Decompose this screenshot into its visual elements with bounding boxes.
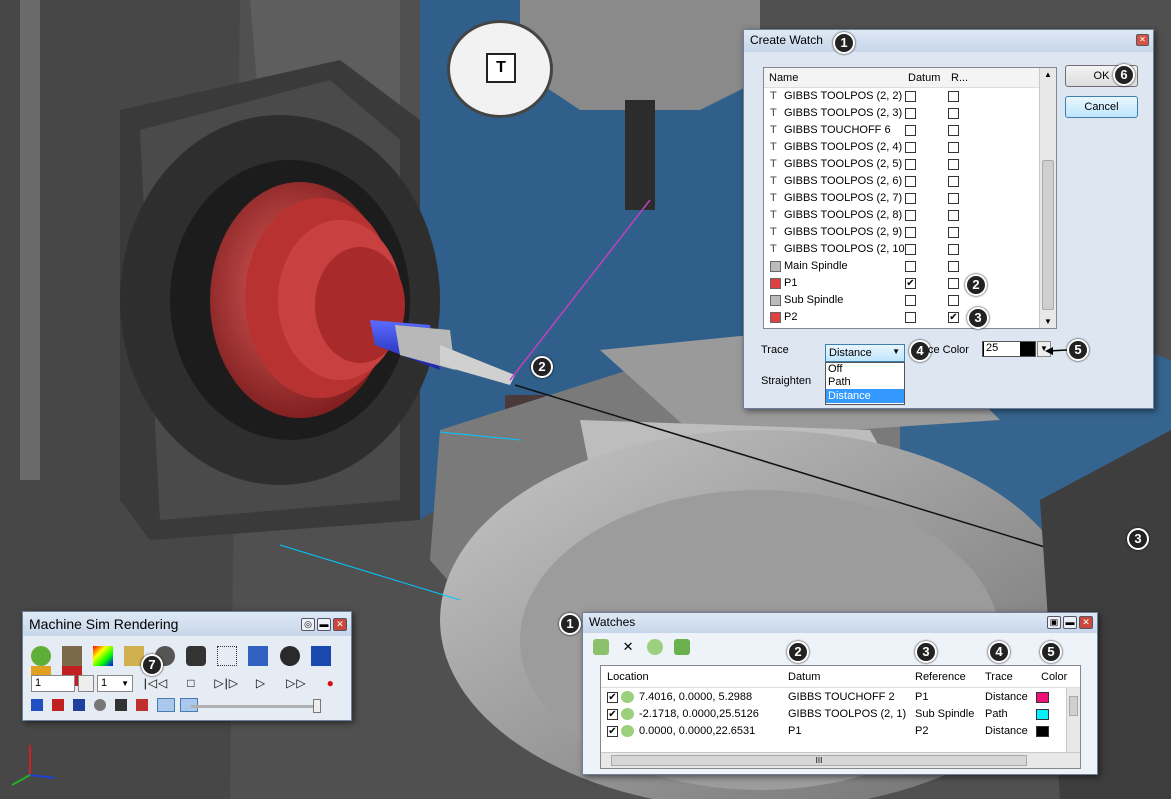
add-watch-icon[interactable]	[593, 639, 609, 655]
step-input[interactable]: 1	[31, 675, 75, 692]
watch-enabled-checkbox[interactable]: ✔	[607, 692, 618, 703]
rewind-icon[interactable]: |◁◁	[141, 676, 171, 690]
callout-7-machine-sim: 7	[141, 654, 163, 676]
cell-location: 0.0000, 0.0000,22.6531	[639, 725, 756, 737]
column-header-trace[interactable]: Trace	[985, 666, 1013, 688]
warning-icon[interactable]	[115, 699, 128, 711]
step-forward-icon[interactable]: ▷|▷	[212, 676, 242, 690]
color-swatch[interactable]	[1036, 709, 1049, 720]
watches-title: Watches	[589, 615, 636, 629]
record-icon[interactable]: ●	[317, 676, 345, 690]
step-options-icon[interactable]	[78, 675, 94, 692]
toggle-toolpath-icon[interactable]	[157, 698, 176, 712]
layers-icon[interactable]	[62, 646, 83, 666]
cell-datum: GIBBS TOOLPOS (2, 1)	[788, 708, 907, 720]
watches-titlebar[interactable]: Watches ▣ ▬ ✕	[583, 613, 1097, 633]
scrollbar-thumb[interactable]	[1069, 696, 1078, 716]
column-header-location[interactable]: Location	[607, 666, 649, 688]
stock-icon[interactable]	[52, 699, 65, 711]
grid-icon[interactable]	[217, 646, 238, 666]
table-row[interactable]: ✔ 7.4016, 0.0000, 5.2988 GIBBS TOUCHOFF 2 P…	[601, 689, 1080, 706]
speed-select-value: 1	[101, 677, 108, 689]
callout-4-watches: 4	[988, 641, 1010, 663]
column-header-reference[interactable]: Reference	[915, 666, 966, 688]
watch-enabled-checkbox[interactable]: ✔	[607, 709, 618, 720]
refresh-watch-icon[interactable]	[674, 639, 691, 655]
align-icon[interactable]	[248, 646, 269, 666]
watch-icon	[621, 725, 634, 737]
watches-table[interactable]: Location Datum Reference Trace Color ✔ 7.…	[600, 665, 1081, 769]
close-icon[interactable]: ✕	[1079, 616, 1093, 629]
watch-enabled-checkbox[interactable]: ✔	[607, 726, 618, 737]
eye-icon[interactable]	[279, 646, 300, 666]
play-icon[interactable]: ▷	[246, 676, 276, 690]
cell-trace: Distance	[985, 725, 1028, 737]
cell-location: 7.4016, 0.0000, 5.2988	[639, 691, 753, 703]
table-row[interactable]: ✔ -2.1718, 0.0000,25.5126 GIBBS TOOLPOS (2…	[601, 706, 1080, 723]
display-toolbar	[31, 698, 206, 714]
callout-1-watches: 1	[559, 613, 581, 635]
part-icon[interactable]	[94, 699, 107, 711]
callout-5-watches: 5	[1040, 641, 1062, 663]
horizontal-scrollbar[interactable]: III	[601, 752, 1080, 768]
fast-forward-icon[interactable]: ▷▷	[280, 676, 312, 690]
render-toolbar	[31, 646, 351, 686]
cell-trace: Path	[985, 708, 1008, 720]
stop-icon[interactable]: □	[175, 676, 207, 690]
hand-icon[interactable]	[31, 646, 51, 666]
horizontal-scrollbar-thumb[interactable]: III	[611, 755, 1027, 766]
vertical-scrollbar[interactable]	[1066, 688, 1080, 752]
cell-location: -2.1718, 0.0000,25.5126	[639, 708, 759, 720]
chevron-down-icon: ▼	[121, 679, 129, 688]
fixture-icon[interactable]	[73, 699, 86, 711]
speed-select[interactable]: 1 ▼	[97, 675, 133, 692]
callout-2-watches: 2	[787, 641, 809, 663]
color-swatch[interactable]	[1036, 692, 1049, 703]
watches-panel: Watches ▣ ▬ ✕ ✕ Location Datum Reference…	[582, 612, 1098, 775]
cube-icon[interactable]	[310, 646, 331, 666]
cell-reference: P2	[915, 725, 929, 737]
playback-controls: |◁◁ □ ▷|▷ ▷ ▷▷ ●	[141, 676, 345, 690]
lock-icon[interactable]	[186, 646, 207, 666]
pin-icon[interactable]: ◎	[301, 618, 315, 631]
cell-datum: P1	[788, 725, 802, 737]
delete-watch-icon[interactable]: ✕	[620, 639, 636, 655]
speed-slider-thumb[interactable]	[313, 699, 321, 713]
column-header-datum[interactable]: Datum	[788, 666, 820, 688]
cell-trace: Distance	[985, 691, 1028, 703]
machine-sim-rendering-panel: Machine Sim Rendering ◎ ▬ ✕ 7 1 1 ▼ |◁◁ …	[22, 611, 352, 721]
machine-sim-title: Machine Sim Rendering	[29, 616, 179, 632]
close-icon[interactable]: ✕	[333, 618, 347, 631]
watches-table-header: Location Datum Reference Trace Color	[601, 666, 1080, 688]
minimize-icon[interactable]: ▬	[317, 618, 331, 631]
machine-icon[interactable]	[31, 699, 43, 711]
cell-datum: GIBBS TOUCHOFF 2	[788, 691, 895, 703]
watch-icon	[621, 708, 634, 720]
color-swatch[interactable]	[1036, 726, 1049, 737]
cell-reference: Sub Spindle	[915, 708, 975, 720]
table-row[interactable]: ✔ 0.0000, 0.0000,22.6531 P1 P2 Distance	[601, 723, 1080, 740]
speed-slider[interactable]	[191, 699, 321, 713]
watches-toolbar: ✕	[593, 639, 698, 655]
minimize-icon[interactable]: ▬	[1063, 616, 1077, 629]
column-header-color[interactable]: Color	[1041, 666, 1067, 688]
restore-icon[interactable]: ▣	[1047, 616, 1061, 629]
callout-3-watches: 3	[915, 641, 937, 663]
watch-icon	[621, 691, 634, 703]
cell-reference: P1	[915, 691, 929, 703]
tool-icon[interactable]	[136, 699, 149, 711]
color-map-icon[interactable]	[93, 646, 114, 666]
machine-sim-titlebar[interactable]: Machine Sim Rendering ◎ ▬ ✕	[23, 612, 351, 636]
edit-watch-icon[interactable]	[647, 639, 664, 655]
